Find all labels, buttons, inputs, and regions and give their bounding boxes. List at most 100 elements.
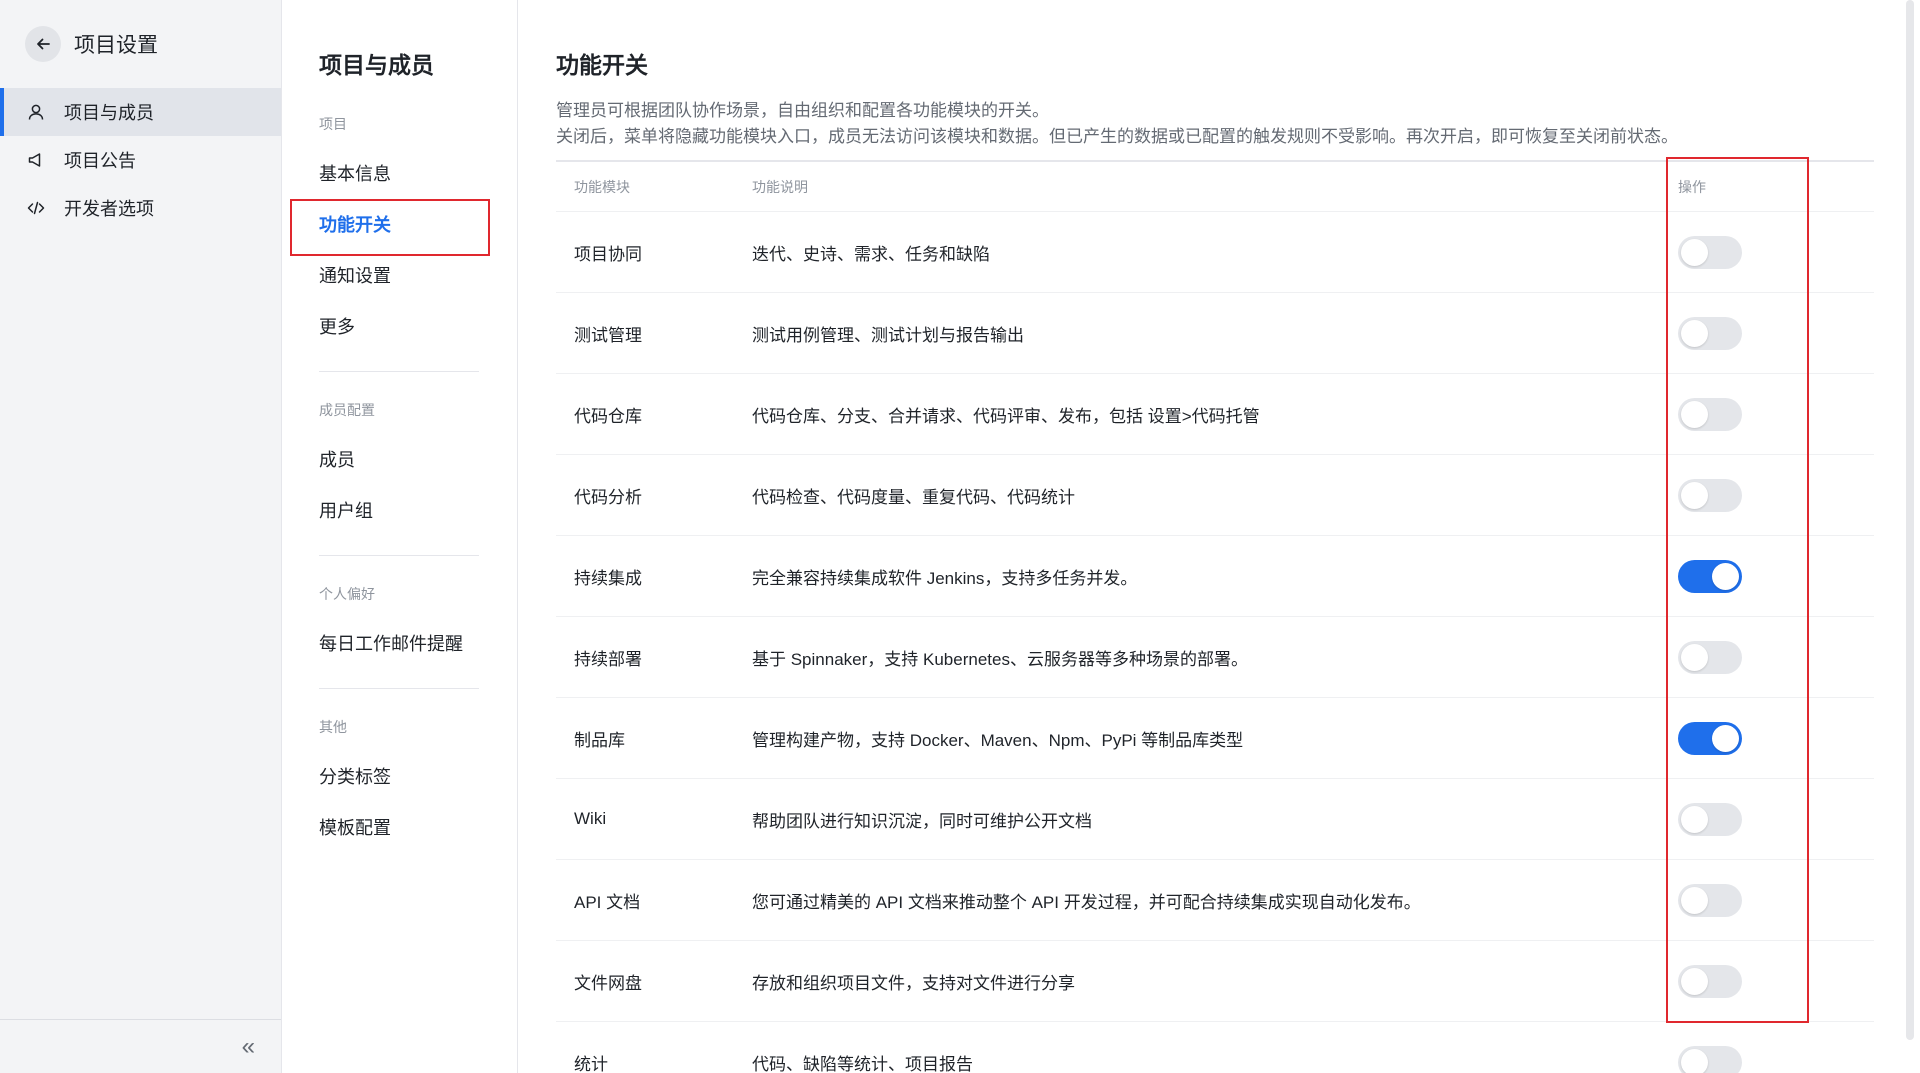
main-content: 功能开关 管理员可根据团队协作场景，自由组织和配置各功能模块的开关。 关闭后，菜… bbox=[518, 0, 1920, 1073]
feature-operation bbox=[1650, 640, 1874, 674]
sidebar-item-announcements[interactable]: 项目公告 bbox=[0, 136, 281, 184]
header-op: 操作 bbox=[1678, 178, 1706, 195]
feature-operation bbox=[1650, 964, 1874, 998]
sidebar-item-project-members[interactable]: 项目与成员 bbox=[0, 88, 281, 136]
header-module: 功能模块 bbox=[574, 178, 630, 195]
table-row: 持续部署 基于 Spinnaker，支持 Kubernetes、云服务器等多种场景… bbox=[556, 617, 1874, 698]
table-row: 项目协同 迭代、史诗、需求、任务和缺陷 bbox=[556, 212, 1874, 293]
feature-description: 迭代、史诗、需求、任务和缺陷 bbox=[752, 244, 990, 264]
feature-operation bbox=[1650, 1045, 1874, 1073]
feature-toggle-switch[interactable] bbox=[1678, 478, 1742, 512]
subnav-group-label: 成员配置 bbox=[319, 402, 375, 418]
feature-description: 测试用例管理、测试计划与报告输出 bbox=[752, 325, 1024, 345]
back-button[interactable] bbox=[25, 26, 61, 62]
feature-toggle-switch[interactable] bbox=[1678, 1045, 1742, 1073]
subnav-item-tags[interactable]: 分类标签 bbox=[319, 750, 517, 801]
feature-description: 代码仓库、分支、合并请求、代码评审、发布，包括 设置>代码托管 bbox=[752, 406, 1260, 426]
table-row: Wiki 帮助团队进行知识沉淀，同时可维护公开文档 bbox=[556, 779, 1874, 860]
scrollbar-thumb[interactable] bbox=[1906, 0, 1914, 1040]
subnav-divider bbox=[319, 688, 479, 689]
header-desc: 功能说明 bbox=[752, 178, 808, 195]
subnav-divider bbox=[319, 371, 479, 372]
sidebar-header: 项目设置 bbox=[0, 0, 281, 88]
subnav-item-more[interactable]: 更多 bbox=[319, 300, 517, 351]
sidebar-item-developer[interactable]: 开发者选项 bbox=[0, 184, 281, 232]
feature-description: 存放和组织项目文件，支持对文件进行分享 bbox=[752, 973, 1075, 993]
table-row: 统计 代码、缺陷等统计、项目报告 bbox=[556, 1022, 1874, 1073]
subnav-item-basic-info[interactable]: 基本信息 bbox=[319, 147, 517, 198]
table-row: API 文档 您可通过精美的 API 文档来推动整个 API 开发过程，并可配合持… bbox=[556, 860, 1874, 941]
subnav-item-templates[interactable]: 模板配置 bbox=[319, 801, 517, 852]
feature-module-name: API 文档 bbox=[574, 892, 641, 912]
subnav-group-label: 项目 bbox=[319, 116, 347, 132]
feature-toggle-switch[interactable] bbox=[1678, 883, 1742, 917]
feature-operation bbox=[1650, 397, 1874, 431]
page-description: 管理员可根据团队协作场景，自由组织和配置各功能模块的开关。 关闭后，菜单将隐藏功… bbox=[556, 98, 1920, 150]
sidebar-item-label: 项目与成员 bbox=[64, 103, 154, 123]
table-row: 代码分析 代码检查、代码度量、重复代码、代码统计 bbox=[556, 455, 1874, 536]
subnav-group-label: 个人偏好 bbox=[319, 586, 375, 602]
feature-operation bbox=[1650, 478, 1874, 512]
sidebar-item-label: 开发者选项 bbox=[64, 199, 154, 219]
sidebar-title: 项目设置 bbox=[74, 34, 158, 57]
feature-toggle-switch[interactable] bbox=[1678, 802, 1742, 836]
feature-module-name: 持续部署 bbox=[574, 649, 642, 669]
sidebar-item-label: 项目公告 bbox=[64, 151, 136, 171]
feature-module-name: 制品库 bbox=[574, 730, 625, 750]
feature-description: 代码检查、代码度量、重复代码、代码统计 bbox=[752, 487, 1075, 507]
feature-toggle-switch[interactable] bbox=[1678, 721, 1742, 755]
feature-operation bbox=[1650, 559, 1874, 593]
sidebar-footer: « bbox=[0, 1019, 281, 1073]
sidebar-nav: 项目与成员 项目公告 开发者选项 bbox=[0, 88, 281, 232]
megaphone-icon bbox=[26, 150, 46, 170]
feature-toggle-switch[interactable] bbox=[1678, 964, 1742, 998]
user-icon bbox=[26, 102, 46, 122]
subnav-item-feature-toggles[interactable]: 功能开关 bbox=[290, 198, 517, 256]
table-row: 持续集成 完全兼容持续集成软件 Jenkins，支持多任务并发。 bbox=[556, 536, 1874, 617]
subnav-title: 项目与成员 bbox=[319, 52, 434, 78]
feature-operation bbox=[1650, 235, 1874, 269]
feature-description: 代码、缺陷等统计、项目报告 bbox=[752, 1054, 973, 1073]
feature-module-name: 项目协同 bbox=[574, 244, 642, 264]
feature-description: 管理构建产物，支持 Docker、Maven、Npm、PyPi 等制品库类型 bbox=[752, 730, 1244, 750]
subnav-group-label: 其他 bbox=[319, 719, 347, 735]
feature-operation bbox=[1650, 883, 1874, 917]
subnav-divider bbox=[319, 555, 479, 556]
feature-description: 完全兼容持续集成软件 Jenkins，支持多任务并发。 bbox=[752, 568, 1138, 588]
subnav-item-user-groups[interactable]: 用户组 bbox=[319, 484, 517, 535]
description-line: 关闭后，菜单将隐藏功能模块入口，成员无法访问该模块和数据。但已产生的数据或已配置… bbox=[556, 127, 1678, 146]
feature-module-name: 代码仓库 bbox=[574, 406, 642, 426]
code-icon bbox=[26, 198, 46, 218]
sidebar: 项目设置 项目与成员 项目公告 开发者选项 « bbox=[0, 0, 282, 1073]
subnav-item-daily-email[interactable]: 每日工作邮件提醒 bbox=[319, 617, 517, 668]
feature-toggle-switch[interactable] bbox=[1678, 559, 1742, 593]
feature-description: 您可通过精美的 API 文档来推动整个 API 开发过程，并可配合持续集成实现自… bbox=[752, 892, 1421, 912]
feature-table: 功能模块 功能说明 操作 项目协同 迭代、史诗、需求、任务和缺陷测试管理 测试用例管… bbox=[556, 157, 1874, 1073]
feature-description: 帮助团队进行知识沉淀，同时可维护公开文档 bbox=[752, 811, 1092, 831]
feature-description: 基于 Spinnaker，支持 Kubernetes、云服务器等多种场景的部署。 bbox=[752, 649, 1248, 669]
settings-subnav: 项目与成员 项目 基本信息 功能开关 通知设置 更多 成员配置 成员 用户组 个… bbox=[282, 0, 518, 1073]
feature-operation bbox=[1650, 721, 1874, 755]
feature-module-name: 测试管理 bbox=[574, 325, 642, 345]
feature-toggle-switch[interactable] bbox=[1678, 397, 1742, 431]
feature-toggle-switch[interactable] bbox=[1678, 640, 1742, 674]
feature-module-name: 统计 bbox=[574, 1054, 608, 1073]
feature-toggle-switch[interactable] bbox=[1678, 235, 1742, 269]
feature-module-name: Wiki bbox=[574, 809, 607, 828]
feature-module-name: 持续集成 bbox=[574, 568, 642, 588]
page-scrollbar[interactable] bbox=[1906, 0, 1914, 1073]
table-row: 文件网盘 存放和组织项目文件，支持对文件进行分享 bbox=[556, 941, 1874, 1022]
table-row: 代码仓库 代码仓库、分支、合并请求、代码评审、发布，包括 设置>代码托管 bbox=[556, 374, 1874, 455]
feature-toggle-switch[interactable] bbox=[1678, 316, 1742, 350]
page-title: 功能开关 bbox=[556, 52, 648, 78]
subnav-item-members[interactable]: 成员 bbox=[319, 433, 517, 484]
arrow-left-icon bbox=[37, 38, 50, 50]
collapse-sidebar-button[interactable]: « bbox=[242, 1034, 255, 1059]
table-body: 项目协同 迭代、史诗、需求、任务和缺陷 测试管理 测试用例管理、测试计划与报告输出 代码… bbox=[556, 212, 1874, 1073]
table-row: 测试管理 测试用例管理、测试计划与报告输出 bbox=[556, 293, 1874, 374]
app: 项目设置 项目与成员 项目公告 开发者选项 « 项目与成员 项目 基本信息 功能… bbox=[0, 0, 1920, 1073]
table-row: 制品库 管理构建产物，支持 Docker、Maven、Npm、PyPi 等制品库类… bbox=[556, 698, 1874, 779]
subnav-item-notifications[interactable]: 通知设置 bbox=[319, 249, 517, 300]
feature-module-name: 文件网盘 bbox=[574, 973, 642, 993]
feature-operation bbox=[1650, 802, 1874, 836]
